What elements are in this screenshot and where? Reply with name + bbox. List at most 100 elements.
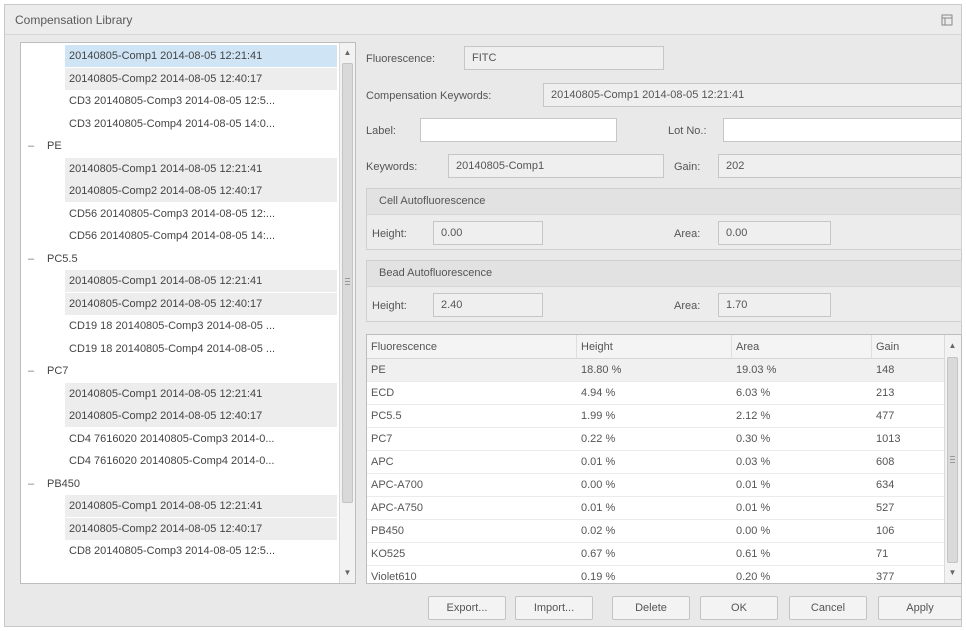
tree-item[interactable]: CD56 20140805-Comp3 2014-08-05 12:... bbox=[65, 203, 337, 225]
ok-button[interactable]: OK bbox=[700, 596, 778, 620]
tree-item[interactable]: 20140805-Comp1 2014-08-05 12:21:41 bbox=[65, 45, 337, 67]
table-row[interactable]: ECD 4.94 % 6.03 % 213 bbox=[367, 382, 945, 405]
cell-fluorescence: APC-A750 bbox=[371, 502, 423, 514]
column-header-fluorescence[interactable]: Fluorescence bbox=[367, 335, 577, 359]
column-header-height[interactable]: Height bbox=[577, 335, 732, 359]
cell-fluorescence: KO525 bbox=[371, 548, 406, 560]
tree-item[interactable]: CD56 20140805-Comp4 2014-08-05 14:... bbox=[65, 225, 337, 247]
import-button[interactable]: Import... bbox=[515, 596, 593, 620]
tree-item[interactable]: CD3 20140805-Comp4 2014-08-05 14:0... bbox=[65, 113, 337, 135]
compensation-tree[interactable]: 20140805-Comp1 2014-08-05 12:21:41 201408… bbox=[20, 42, 356, 584]
table-row[interactable]: PC7 0.22 % 0.30 % 1013 bbox=[367, 428, 945, 451]
table-scrollbar[interactable]: ▲ ▼ bbox=[944, 335, 961, 583]
cell-height: 0.01 % bbox=[581, 456, 616, 468]
tree-item[interactable]: 20140805-Comp1 2014-08-05 12:21:41 bbox=[65, 270, 337, 292]
cell-height-field: 0.00 bbox=[433, 221, 543, 245]
tree-item[interactable]: 20140805-Comp1 2014-08-05 12:21:41 bbox=[65, 495, 337, 517]
collapse-icon[interactable]: – bbox=[25, 248, 37, 270]
cell-gain: 608 bbox=[876, 456, 895, 468]
table-row[interactable]: PC5.5 1.99 % 2.12 % 477 bbox=[367, 405, 945, 428]
scroll-up-arrow-icon[interactable]: ▲ bbox=[340, 45, 355, 61]
cell-height: 18.80 % bbox=[581, 364, 622, 376]
tree-scrollbar[interactable]: ▲ ▼ bbox=[339, 43, 355, 583]
lot-no-label: Lot No.: bbox=[668, 125, 707, 137]
tree-item[interactable]: CD8 20140805-Comp3 2014-08-05 12:5... bbox=[65, 540, 337, 562]
table-scroll-down-arrow-icon[interactable]: ▼ bbox=[945, 565, 960, 581]
column-header-gain[interactable]: Gain bbox=[872, 335, 945, 359]
cancel-button[interactable]: Cancel bbox=[789, 596, 867, 620]
tree-item[interactable]: CD4 7616020 20140805-Comp4 2014-0... bbox=[65, 450, 337, 472]
restore-window-icon[interactable] bbox=[941, 14, 953, 26]
cell-gain: 1013 bbox=[876, 433, 901, 445]
cell-height: 0.19 % bbox=[581, 571, 616, 583]
tree-item[interactable]: 20140805-Comp2 2014-08-05 12:40:17 bbox=[65, 292, 337, 315]
tree-group-pc5-5[interactable]: – PC5.5 bbox=[25, 248, 325, 270]
cell-height: 0.01 % bbox=[581, 502, 616, 514]
tree-item[interactable]: 20140805-Comp2 2014-08-05 12:40:17 bbox=[65, 180, 337, 202]
cell-area: 0.61 % bbox=[736, 548, 771, 560]
delete-button[interactable]: Delete bbox=[612, 596, 690, 620]
collapse-icon[interactable]: – bbox=[25, 135, 37, 157]
bead-area-field: 1.70 bbox=[718, 293, 831, 317]
cell-height: 1.99 % bbox=[581, 410, 616, 422]
cell-height: 0.22 % bbox=[581, 433, 616, 445]
lot-no-input[interactable] bbox=[723, 118, 962, 142]
bead-area-label: Area: bbox=[674, 300, 701, 312]
cell-area: 6.03 % bbox=[736, 387, 771, 399]
cell-area: 0.20 % bbox=[736, 571, 771, 583]
fluorescence-table[interactable]: Fluorescence Height Area Gain PE 18.80 % 1… bbox=[366, 334, 962, 584]
tree-group-pe[interactable]: – PE bbox=[25, 135, 325, 157]
tree-item[interactable]: 20140805-Comp2 2014-08-05 12:40:17 bbox=[65, 517, 337, 540]
cell-gain: 527 bbox=[876, 502, 895, 514]
cell-area: 0.00 % bbox=[736, 525, 771, 537]
collapse-icon[interactable]: – bbox=[25, 473, 37, 495]
keywords-label: Keywords: bbox=[366, 161, 418, 173]
apply-button[interactable]: Apply bbox=[878, 596, 962, 620]
cell-area: 0.01 % bbox=[736, 479, 771, 491]
tree-group-pb450[interactable]: – PB450 bbox=[25, 473, 325, 495]
tree-item[interactable]: CD19 18 20140805-Comp4 2014-08-05 ... bbox=[65, 338, 337, 360]
tree-item[interactable]: 20140805-Comp1 2014-08-05 12:21:41 bbox=[65, 382, 337, 405]
table-row[interactable]: PB450 0.02 % 0.00 % 106 bbox=[367, 520, 945, 543]
compensation-keywords-field: 20140805-Comp1 2014-08-05 12:21:41 bbox=[543, 83, 962, 107]
table-row[interactable]: Violet610 0.19 % 0.20 % 377 bbox=[367, 566, 945, 583]
fluorescence-label: Fluorescence: bbox=[366, 53, 436, 65]
cell-area-label: Area: bbox=[674, 228, 701, 240]
table-scroll-up-arrow-icon[interactable]: ▲ bbox=[945, 338, 960, 354]
cell-area: 19.03 % bbox=[736, 364, 777, 376]
column-header-area[interactable]: Area bbox=[732, 335, 872, 359]
cell-gain: 634 bbox=[876, 479, 895, 491]
tree-scroll-thumb[interactable] bbox=[342, 63, 353, 503]
scroll-down-arrow-icon[interactable]: ▼ bbox=[340, 565, 355, 581]
cell-fluorescence: PC7 bbox=[371, 433, 393, 445]
collapse-icon[interactable]: – bbox=[25, 360, 37, 382]
cell-height: 0.02 % bbox=[581, 525, 616, 537]
table-row[interactable]: APC-A700 0.00 % 0.01 % 634 bbox=[367, 474, 945, 497]
cell-height: 0.67 % bbox=[581, 548, 616, 560]
tree-item[interactable]: CD4 7616020 20140805-Comp3 2014-0... bbox=[65, 428, 337, 450]
tree-item[interactable]: CD3 20140805-Comp3 2014-08-05 12:5... bbox=[65, 90, 337, 112]
tree-group-pc7[interactable]: – PC7 bbox=[25, 360, 325, 382]
tree-group-label: PE bbox=[47, 140, 62, 152]
table-row[interactable]: APC 0.01 % 0.03 % 608 bbox=[367, 451, 945, 474]
label-input[interactable] bbox=[420, 118, 617, 142]
tree-item[interactable]: 20140805-Comp2 2014-08-05 12:40:17 bbox=[65, 405, 337, 427]
cell-height-label: Height: bbox=[372, 228, 407, 240]
table-row[interactable]: APC-A750 0.01 % 0.01 % 527 bbox=[367, 497, 945, 520]
bead-height-field: 2.40 bbox=[433, 293, 543, 317]
table-row[interactable]: PE 18.80 % 19.03 % 148 bbox=[367, 359, 945, 382]
cell-area: 0.01 % bbox=[736, 502, 771, 514]
table-header: Fluorescence Height Area Gain bbox=[367, 335, 945, 359]
tree-item[interactable]: 20140805-Comp2 2014-08-05 12:40:17 bbox=[65, 67, 337, 90]
cell-area: 2.12 % bbox=[736, 410, 771, 422]
export-button[interactable]: Export... bbox=[428, 596, 506, 620]
table-row[interactable]: KO525 0.67 % 0.61 % 71 bbox=[367, 543, 945, 566]
cell-fluorescence: APC-A700 bbox=[371, 479, 423, 491]
cell-gain: 213 bbox=[876, 387, 895, 399]
cell-gain: 71 bbox=[876, 548, 889, 560]
tree-item[interactable]: 20140805-Comp1 2014-08-05 12:21:41 bbox=[65, 157, 337, 180]
cell-fluorescence: PC5.5 bbox=[371, 410, 402, 422]
tree-item[interactable]: CD19 18 20140805-Comp3 2014-08-05 ... bbox=[65, 315, 337, 337]
bead-autofluorescence-title: Bead Autofluorescence bbox=[379, 267, 493, 279]
table-scroll-thumb[interactable] bbox=[947, 357, 958, 563]
